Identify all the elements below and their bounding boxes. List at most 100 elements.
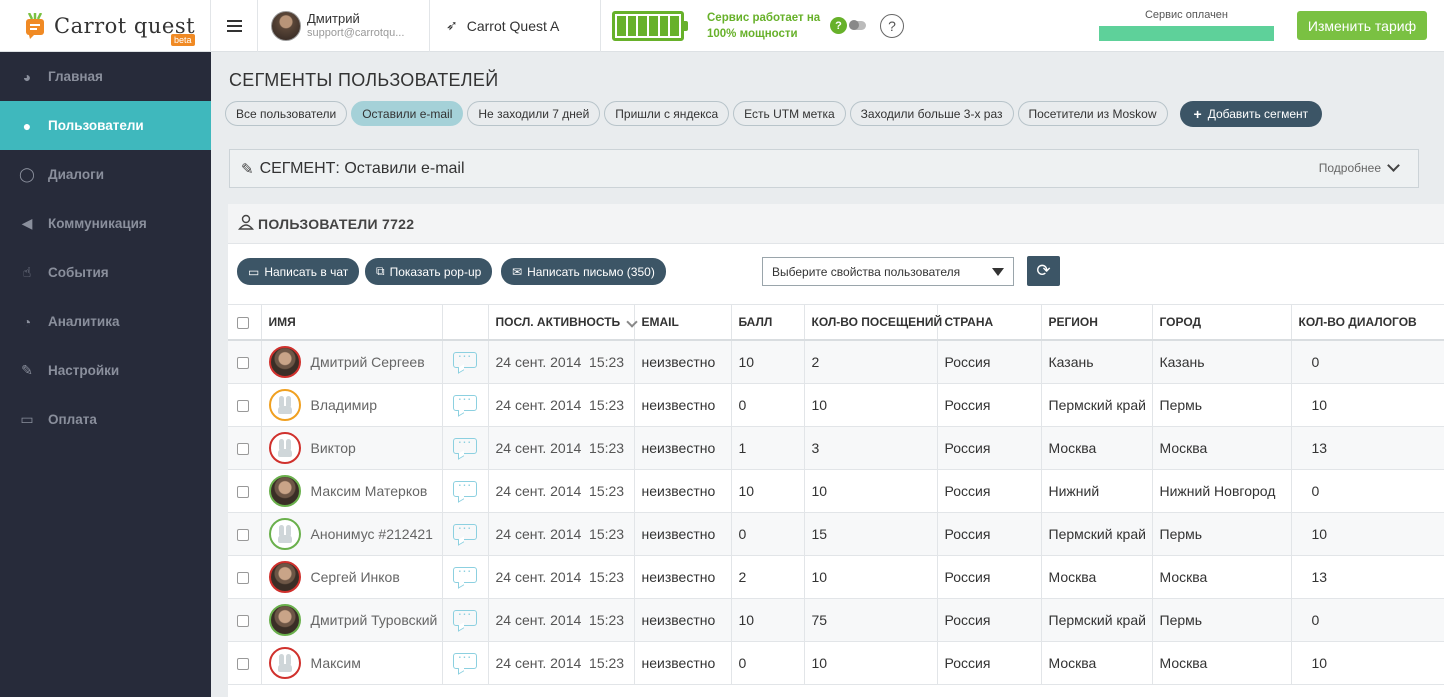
menu-toggle-button[interactable] — [211, 0, 258, 52]
row-checkbox[interactable] — [237, 657, 249, 670]
table-row[interactable]: Дмитрий Сергеев24 сент. 2014 15:23неизве… — [228, 340, 1444, 384]
show-popup-button[interactable]: ⧉ Показать pop-up — [365, 258, 493, 285]
segment-tab[interactable]: Есть UTM метка — [733, 101, 846, 126]
sidebar-item-2[interactable]: ◯ Диалоги — [0, 150, 211, 199]
sidebar-item-4[interactable]: ☝ События — [0, 248, 211, 297]
column-header-score[interactable]: БАЛЛ — [731, 305, 805, 341]
user-menu[interactable]: Дмитрий support@carrotqu... — [258, 0, 430, 52]
row-checkbox[interactable] — [237, 571, 249, 584]
table-row[interactable]: Максим Матерков24 сент. 2014 15:23неизве… — [228, 469, 1444, 513]
table-row[interactable]: Максим24 сент. 2014 15:23неизвестно010Ро… — [228, 641, 1444, 685]
country-cell: Россия — [937, 598, 1042, 642]
anonymous-bunny-icon — [277, 438, 292, 457]
chat-bubble-icon[interactable] — [452, 433, 477, 454]
row-select-cell — [228, 383, 262, 427]
help-icon[interactable]: ? — [880, 13, 904, 38]
visits-cell: 10 — [804, 383, 938, 427]
column-header-email[interactable]: EMAIL — [634, 305, 732, 341]
name-cell: Дмитрий Сергеев — [261, 340, 443, 384]
chat-bubble-icon[interactable] — [452, 648, 477, 669]
refresh-button[interactable]: ⟳ — [1027, 256, 1060, 286]
project-switcher[interactable]: ➶ Carrot Quest A — [430, 0, 601, 52]
more-details-link[interactable]: Подробнее — [1319, 159, 1400, 175]
caret-down-icon — [992, 268, 1004, 276]
name-cell: Виктор — [261, 426, 443, 470]
user-email: support@carrotqu... — [307, 27, 405, 39]
activity-date: 24 сент. 2014 — [495, 396, 582, 413]
table-row[interactable]: Виктор24 сент. 2014 15:23неизвестно13Рос… — [228, 426, 1444, 470]
sidebar-item-3[interactable]: ◀ Коммуникация — [0, 199, 211, 248]
battery-icon — [612, 10, 688, 41]
change-tariff-button[interactable]: Изменить тариф — [1297, 11, 1427, 40]
sidebar-item-5[interactable]: ◔ Аналитика — [0, 297, 211, 346]
row-checkbox[interactable] — [237, 528, 249, 541]
column-header-region[interactable]: РЕГИОН — [1041, 305, 1153, 341]
sort-desc-icon — [626, 316, 638, 328]
chat-bubble-icon[interactable] — [452, 390, 477, 411]
column-header-visits[interactable]: КОЛ-ВО ПОСЕЩЕНИЙ — [804, 305, 942, 341]
column-header-name[interactable]: ИМЯ — [261, 305, 443, 341]
user-name-link[interactable]: Максим — [311, 655, 361, 671]
power-toggle[interactable] — [849, 20, 866, 30]
project-name: Carrot Quest A — [466, 17, 560, 34]
activity-date: 24 сент. 2014 — [495, 525, 582, 542]
sidebar-item-1[interactable]: ● Пользователи — [0, 101, 211, 150]
write-chat-button[interactable]: ▭ Написать в чат — [237, 258, 360, 285]
row-checkbox[interactable] — [237, 614, 249, 627]
table-row[interactable]: Дмитрий Туровский24 сент. 2014 15:23неиз… — [228, 598, 1444, 642]
user-name-link[interactable]: Сергей Инков — [311, 569, 400, 585]
plus-icon: + — [1193, 106, 1202, 122]
score-cell: 10 — [731, 598, 805, 642]
user-name-link[interactable]: Владимир — [311, 397, 378, 413]
sidebar-item-6[interactable]: ✎ Настройки — [0, 346, 211, 395]
column-header-last-activity[interactable]: ПОСЛ. АКТИВНОСТЬ — [488, 305, 638, 341]
payment-status: Сервис оплачен — [1099, 8, 1274, 41]
column-header-city[interactable]: ГОРОД — [1152, 305, 1292, 341]
segment-tab[interactable]: Заходили больше 3-х раз — [849, 101, 1014, 126]
pencil-icon[interactable]: ✎ — [241, 160, 254, 178]
show-popup-label: Показать pop-up — [389, 264, 482, 279]
segment-tab[interactable]: Пришли с яндекса — [604, 101, 730, 126]
segment-tab[interactable]: Все пользователи — [225, 101, 348, 126]
logo[interactable]: Carrot quest beta — [0, 0, 211, 52]
user-name-link[interactable]: Максим Матерков — [311, 483, 428, 499]
avatar — [268, 517, 301, 550]
chat-icon: ▭ — [248, 264, 260, 279]
action-bar: ▭ Написать в чат ⧉ Показать pop-up ✉ Написа… — [228, 244, 1444, 305]
row-select-cell — [228, 598, 262, 642]
chat-bubble-icon[interactable] — [452, 476, 477, 497]
status-help-icon[interactable]: ? — [830, 17, 847, 34]
dialogs-cell: 13 — [1291, 555, 1444, 599]
row-checkbox[interactable] — [237, 442, 249, 455]
chat-bubble-icon[interactable] — [452, 519, 477, 540]
select-all-checkbox[interactable] — [237, 316, 249, 329]
top-bar: Carrot quest beta Дмитрий support@carrot… — [0, 0, 1444, 52]
table-row[interactable]: Анонимус #21242124 сент. 2014 15:23неизв… — [228, 512, 1444, 556]
segment-tab[interactable]: Не заходили 7 дней — [467, 101, 601, 126]
sidebar-item-0[interactable]: ◕ Главная — [0, 52, 211, 101]
chat-bubble-icon: ◯ — [19, 166, 35, 182]
sidebar-item-7[interactable]: ▭ Оплата — [0, 395, 211, 444]
row-select-cell — [228, 469, 262, 513]
chat-cell — [442, 512, 489, 556]
column-header-dialogs[interactable]: КОЛ-ВО ДИАЛОГОВ — [1291, 305, 1444, 341]
chat-bubble-icon[interactable] — [452, 562, 477, 583]
table-row[interactable]: Владимир24 сент. 2014 15:23неизвестно010… — [228, 383, 1444, 427]
column-header-country[interactable]: СТРАНА — [937, 305, 1042, 341]
chat-bubble-icon[interactable] — [452, 605, 477, 626]
segment-tab[interactable]: Оставили e-mail — [351, 101, 464, 126]
city-cell: Пермь — [1152, 598, 1292, 642]
chat-bubble-icon[interactable] — [452, 347, 477, 369]
user-name-link[interactable]: Дмитрий Сергеев — [311, 354, 425, 370]
write-email-button[interactable]: ✉ Написать письмо (350) — [501, 258, 666, 285]
add-segment-button[interactable]: + Добавить сегмент — [1179, 101, 1323, 127]
table-row[interactable]: Сергей Инков24 сент. 2014 15:23неизвестн… — [228, 555, 1444, 599]
user-name-link[interactable]: Виктор — [311, 440, 356, 456]
row-checkbox[interactable] — [237, 485, 249, 498]
user-name-link[interactable]: Анонимус #212421 — [311, 526, 433, 542]
user-name-link[interactable]: Дмитрий Туровский — [311, 612, 438, 628]
row-checkbox[interactable] — [237, 399, 249, 412]
row-checkbox[interactable] — [237, 357, 249, 370]
user-properties-select[interactable]: Выберите свойства пользователя — [762, 257, 1014, 286]
segment-tab[interactable]: Посетители из Moskow — [1017, 101, 1168, 126]
